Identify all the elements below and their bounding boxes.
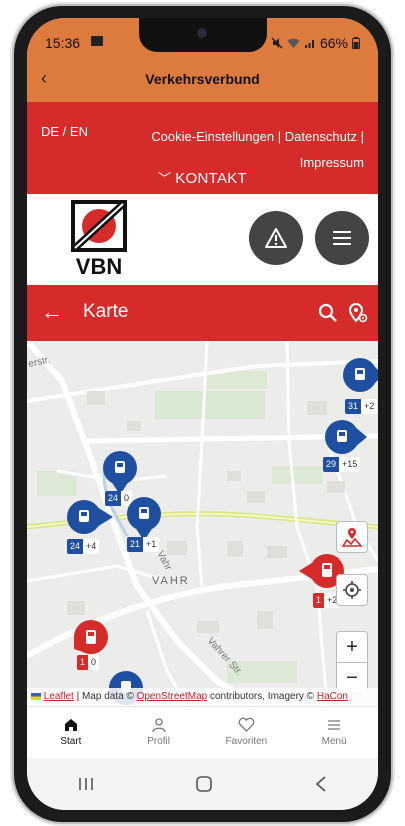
- route-map-icon: [341, 528, 363, 547]
- bus-marker-pin: [325, 420, 367, 454]
- privacy-links[interactable]: Cookie-Einstellungen | Datenschutz |: [134, 124, 364, 150]
- back-nav-icon[interactable]: [314, 775, 328, 793]
- bus-stop-marker[interactable]: [325, 419, 369, 460]
- menu-icon: [328, 720, 341, 730]
- logo-text: VBN: [76, 254, 122, 278]
- bus-stop-marker[interactable]: [67, 499, 113, 540]
- attribution-text-2: contributors, Imagery ©: [207, 691, 317, 702]
- map-place-label: VAHR: [152, 575, 190, 587]
- status-time: 15:36: [45, 35, 81, 51]
- stop-count-badge: 10: [77, 655, 100, 670]
- route-planner-button[interactable]: [336, 521, 368, 553]
- stop-count-badge: 24 +4: [67, 539, 100, 554]
- hacon-link[interactable]: HaCon: [317, 691, 348, 702]
- attribution-text-1: | Map data ©: [73, 691, 137, 702]
- page-title-bar: ← Karte: [27, 285, 378, 341]
- ukraine-flag-icon: [31, 692, 41, 700]
- power-button: [391, 220, 395, 300]
- recent-apps-icon[interactable]: [77, 776, 95, 792]
- app-title: Verkehrsverbund: [145, 71, 260, 87]
- tab-label: Favoriten: [225, 736, 268, 747]
- logo-bar: VBN: [27, 194, 378, 285]
- tab-label: Start: [60, 736, 82, 747]
- chevron-down-icon: ﹀: [157, 171, 176, 186]
- hamburger-icon: [333, 231, 351, 245]
- bus-marker-pin: [343, 358, 378, 392]
- tab-profil[interactable]: Profil: [115, 707, 203, 758]
- page-title: Karte: [83, 301, 129, 322]
- system-nav-bar: [27, 758, 378, 810]
- map-attribution: Leaflet | Map data © OpenStreetMap contr…: [27, 688, 378, 706]
- bottom-tab-bar: Start Profil Favoriten Menü: [27, 706, 378, 758]
- home-button-icon[interactable]: [195, 775, 213, 793]
- site-header: DE / EN Cookie-Einstellungen | Datenschu…: [27, 102, 378, 194]
- app-bar: ‹ Verkehrsverbund: [27, 58, 378, 102]
- wifi-icon: [287, 38, 300, 48]
- status-icons: 66%: [271, 35, 360, 51]
- heart-icon: [238, 717, 255, 732]
- zoom-in-button[interactable]: +: [336, 631, 368, 663]
- location-settings-icon[interactable]: [347, 302, 369, 324]
- tab-label: Menü: [321, 736, 347, 747]
- menu-button[interactable]: [315, 211, 369, 265]
- battery-icon: [352, 37, 360, 49]
- stop-count-badge: 31 +2: [345, 399, 378, 414]
- bus-marker-pin: [127, 497, 161, 541]
- tab-favoriten[interactable]: Favoriten: [203, 707, 291, 758]
- bus-stop-marker[interactable]: [343, 357, 378, 398]
- vbn-logo[interactable]: VBN: [71, 200, 127, 278]
- bus-marker-pin: [103, 451, 137, 495]
- page-back-button[interactable]: ←: [41, 299, 63, 325]
- locate-me-button[interactable]: [336, 574, 368, 606]
- leaflet-link[interactable]: Leaflet: [44, 691, 74, 702]
- phone-screen: 15:36 66% ‹ Verkehrsverbund DE / EN Cook…: [27, 18, 378, 810]
- warning-button[interactable]: [249, 211, 303, 265]
- tab-menu[interactable]: Menü: [290, 707, 378, 758]
- contact-toggle[interactable]: ﹀ KONTAKT: [27, 168, 378, 187]
- notch: [139, 18, 267, 52]
- image-notification-icon: [91, 36, 103, 46]
- user-icon: [151, 718, 166, 733]
- battery-level: 66%: [319, 35, 348, 51]
- home-icon: [64, 719, 77, 731]
- contact-label: KONTAKT: [175, 170, 248, 187]
- search-icon[interactable]: [318, 303, 338, 323]
- mute-icon: [271, 37, 283, 49]
- crosshair-icon: [343, 581, 361, 599]
- warning-icon: [265, 228, 287, 248]
- stop-count-badge: 29 +15: [323, 457, 361, 472]
- signal-icon: [304, 39, 314, 48]
- openstreetmap-link[interactable]: OpenStreetMap: [137, 691, 208, 702]
- stop-count-badge: 21 +1: [127, 537, 160, 552]
- map-view[interactable]: VAHR Vahr Vahrer Str. erstr. 31 +2 29 +15 …: [27, 341, 378, 706]
- tab-label: Profil: [147, 736, 171, 747]
- language-switch[interactable]: DE / EN: [41, 124, 88, 139]
- camera-icon: [197, 28, 207, 38]
- bus-marker-pin: [67, 500, 113, 534]
- tab-start[interactable]: Start: [27, 707, 115, 758]
